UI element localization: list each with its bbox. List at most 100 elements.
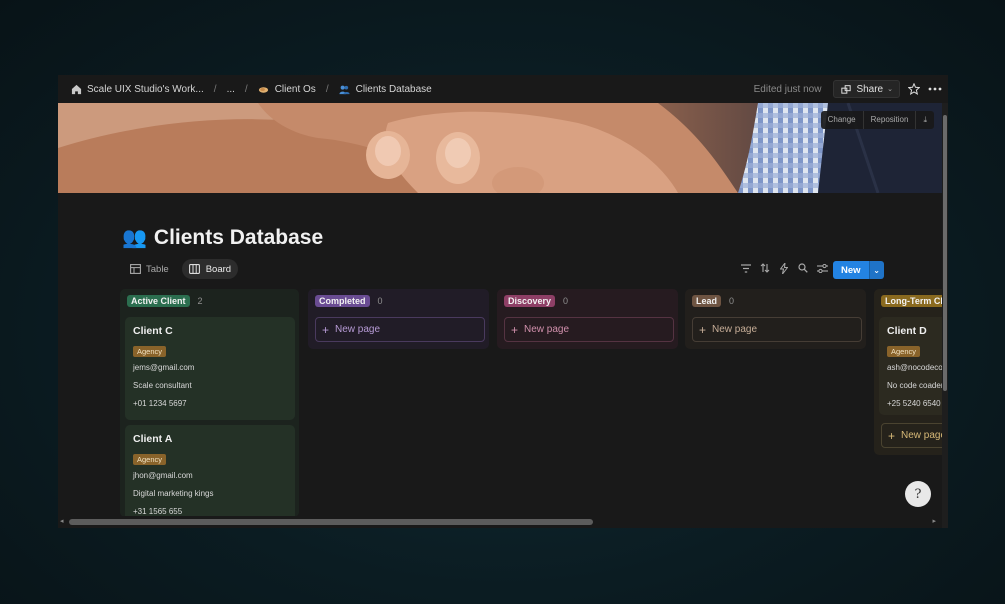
search-icon[interactable] [797,262,809,274]
tab-board[interactable]: Board [181,259,239,279]
help-button[interactable]: ? [905,481,931,507]
tab-board-label: Board [205,263,232,275]
breadcrumb-workspace[interactable]: Scale UIX Studio's Work... [87,84,204,95]
change-cover-button[interactable]: Change [821,111,864,129]
card-title: Client C [133,325,173,337]
page-title-text[interactable]: Clients Database [154,226,323,250]
table-icon [129,263,141,275]
card-phone: +01 1234 5697 [133,399,187,408]
card-title: Client A [133,433,173,445]
card-email: ash@nocodecoo [887,363,942,372]
board-column-discovery: Discovery 0 + New page [497,289,678,349]
plus-icon: + [888,428,896,443]
settings-sliders-icon[interactable] [816,262,828,274]
card-phone: +25 5240 6540 [887,399,941,408]
edited-status: Edited just now [753,83,822,95]
column-count: 0 [377,296,383,306]
card-email: jhon@gmail.com [133,471,193,480]
status-tag[interactable]: Long-Term Cl [881,295,942,307]
new-dropdown-chevron-icon[interactable]: ⌄ [868,261,884,279]
status-tag[interactable]: Active Client [127,295,190,307]
board-card-client-c[interactable]: Client C Agency jems@gmail.com Scale con… [125,317,295,420]
more-options-icon[interactable] [928,83,942,95]
type-badge: Agency [133,454,167,465]
plus-icon: + [699,322,707,337]
status-tag[interactable]: Lead [692,295,722,307]
board-column-long-term-client: Long-Term Cl Client D Agency ash@nocodec… [874,289,942,455]
share-button[interactable]: Share ⌄ [833,80,900,98]
chevron-down-icon: ⌄ [887,86,893,93]
column-count: 2 [197,296,203,306]
handshake-icon [258,83,270,95]
status-tag[interactable]: Completed [315,295,370,307]
new-page-label: New page [335,324,381,335]
new-page-label: New page [901,430,942,441]
column-header: Long-Term Cl [881,295,942,307]
filter-icon[interactable] [740,262,752,274]
breadcrumb-client-os[interactable]: Client Os [275,84,316,95]
board-column-lead: Lead 0 + New page [685,289,866,349]
type-badge: Agency [133,346,167,357]
card-email: jems@gmail.com [133,363,195,372]
app-window: Scale UIX Studio's Work... / ... / Clien… [58,75,948,528]
lightning-icon[interactable] [778,262,790,274]
column-count: 0 [563,296,569,306]
reposition-cover-button[interactable]: Reposition [864,111,917,129]
column-header: Active Client 2 [127,295,203,307]
sort-icon[interactable] [759,262,771,274]
vertical-scrollbar[interactable] [942,103,948,528]
view-toolbar [740,262,828,274]
home-icon [70,83,82,95]
horizontal-scrollbar[interactable]: ◂ ▸ [58,516,942,528]
tab-table[interactable]: Table [122,259,176,279]
view-tabs: Table Board [122,259,239,279]
breadcrumb-separator: / [213,83,217,95]
card-title: Client D [887,325,927,337]
download-icon[interactable]: ⤓ [916,111,934,129]
breadcrumb-separator: / [244,83,248,95]
card-company: No code coader [887,381,942,390]
new-button-group: New ⌄ [833,261,884,279]
plus-icon: + [511,322,519,337]
cover-actions: Change Reposition ⤓ [820,111,934,129]
star-icon[interactable] [908,83,920,95]
new-page-label: New page [712,324,758,335]
scroll-left-arrow-icon[interactable]: ◂ [60,517,64,525]
board-card-client-d[interactable]: Client D Agency ash@nocodecoo No code co… [879,317,942,415]
board-column-active-client: Active Client 2 Client C Agency jems@gma… [120,289,299,517]
board-column-completed: Completed 0 + New page [308,289,489,349]
share-label: Share [856,83,884,95]
page-emoji-icon[interactable]: 👥 [122,225,147,250]
card-company: Digital marketing kings [133,489,214,498]
cover-image: Change Reposition ⤓ [58,103,942,193]
new-page-button[interactable]: + New page [315,317,485,342]
new-page-button[interactable]: + New page [692,317,862,342]
new-button[interactable]: New [833,261,869,279]
board-card-client-a[interactable]: Client A Agency jhon@gmail.com Digital m… [125,425,295,517]
type-badge: Agency [887,346,921,357]
handshake-illustration [58,103,942,193]
scroll-right-arrow-icon[interactable]: ▸ [932,517,936,525]
new-page-label: New page [524,324,570,335]
column-header: Lead 0 [692,295,734,307]
people-icon [339,83,351,95]
plus-icon: + [322,322,330,337]
new-page-button[interactable]: + New page [881,423,942,448]
breadcrumb-ellipsis[interactable]: ... [227,84,235,95]
card-phone: +31 1565 655 [133,507,183,516]
status-tag[interactable]: Discovery [504,295,556,307]
board-icon [189,263,201,275]
breadcrumb-clients-database[interactable]: Clients Database [356,84,432,95]
column-count: 0 [729,296,735,306]
tab-table-label: Table [146,263,169,275]
new-page-button[interactable]: + New page [504,317,674,342]
top-actions: Edited just now Share ⌄ [754,75,942,103]
page-title: 👥 Clients Database [122,225,323,250]
vertical-scroll-thumb[interactable] [943,115,947,391]
horizontal-scroll-thumb[interactable] [69,519,593,525]
share-icon [840,83,852,95]
breadcrumb-separator: / [325,83,329,95]
top-bar: Scale UIX Studio's Work... / ... / Clien… [58,75,948,103]
column-header: Completed 0 [315,295,383,307]
column-header: Discovery 0 [504,295,568,307]
